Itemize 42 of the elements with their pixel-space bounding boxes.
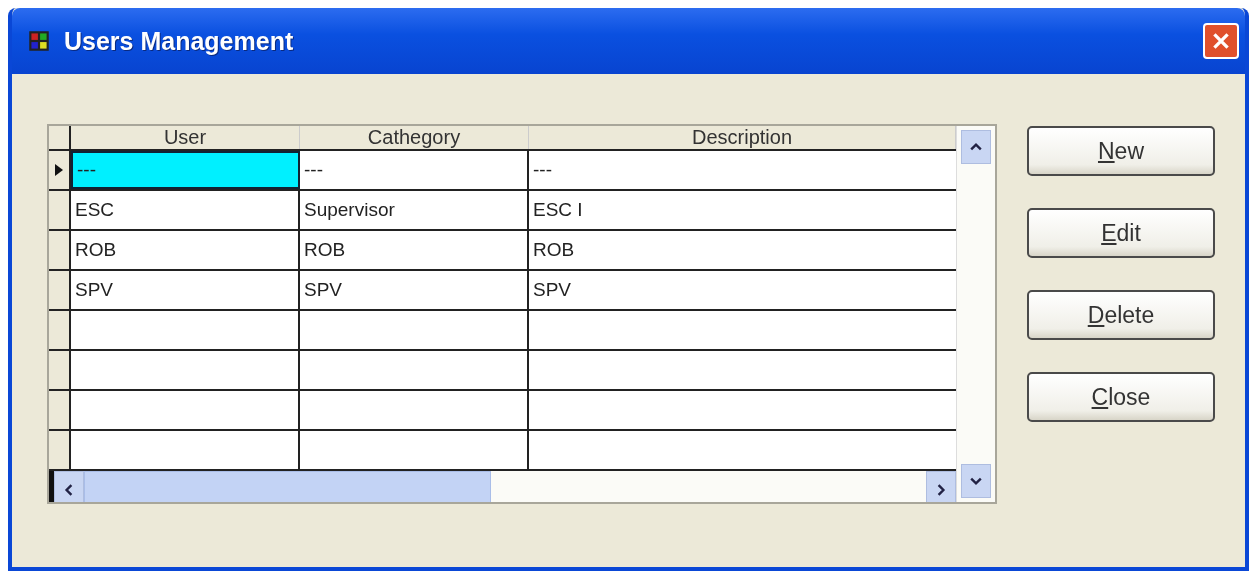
row-selector[interactable] bbox=[49, 231, 71, 269]
chevron-up-icon bbox=[970, 141, 982, 153]
vertical-scrollbar[interactable] bbox=[956, 126, 995, 502]
table-cell[interactable]: Supervisor bbox=[300, 191, 529, 229]
chevron-down-icon bbox=[970, 475, 982, 487]
table-cell[interactable]: ESC I bbox=[529, 191, 956, 229]
chevron-right-icon bbox=[935, 484, 947, 496]
action-button[interactable]: Close bbox=[1027, 372, 1215, 422]
scroll-right-button[interactable] bbox=[926, 471, 956, 502]
close-icon bbox=[1210, 30, 1232, 52]
row-selector[interactable] bbox=[49, 271, 71, 309]
current-row-icon bbox=[55, 164, 63, 176]
row-selector[interactable] bbox=[49, 151, 71, 189]
table-cell[interactable]: ROB bbox=[529, 231, 956, 269]
scroll-thumb[interactable] bbox=[84, 471, 491, 502]
horizontal-scrollbar[interactable] bbox=[49, 471, 956, 502]
table-cell[interactable]: SPV bbox=[529, 271, 956, 309]
table-cell[interactable]: ESC bbox=[71, 191, 300, 229]
chevron-left-icon bbox=[63, 484, 75, 496]
row-selector[interactable] bbox=[49, 351, 71, 389]
row-selector[interactable] bbox=[49, 431, 71, 469]
table-cell[interactable]: ROB bbox=[71, 231, 300, 269]
app-icon bbox=[26, 28, 52, 54]
table-cell[interactable]: --- bbox=[300, 151, 529, 189]
window-title: Users Management bbox=[64, 26, 295, 56]
scroll-left-button[interactable] bbox=[54, 471, 84, 502]
table-cell[interactable]: ROB bbox=[300, 231, 529, 269]
row-selector[interactable] bbox=[49, 391, 71, 429]
column-header[interactable]: Cathegory bbox=[300, 126, 529, 149]
action-button[interactable]: New bbox=[1027, 126, 1215, 176]
table-cell[interactable]: SPV bbox=[71, 271, 300, 309]
action-button[interactable]: Delete bbox=[1027, 290, 1215, 340]
row-selector[interactable] bbox=[49, 311, 71, 349]
scroll-up-button[interactable] bbox=[961, 130, 991, 164]
column-header[interactable]: User bbox=[71, 126, 300, 149]
action-button[interactable]: Edit bbox=[1027, 208, 1215, 258]
scroll-down-button[interactable] bbox=[961, 464, 991, 498]
table-cell[interactable]: SPV bbox=[300, 271, 529, 309]
table-cell[interactable]: --- bbox=[71, 151, 300, 189]
table-cell[interactable]: --- bbox=[529, 151, 956, 189]
close-button[interactable] bbox=[1203, 23, 1239, 59]
row-selector[interactable] bbox=[49, 191, 71, 229]
